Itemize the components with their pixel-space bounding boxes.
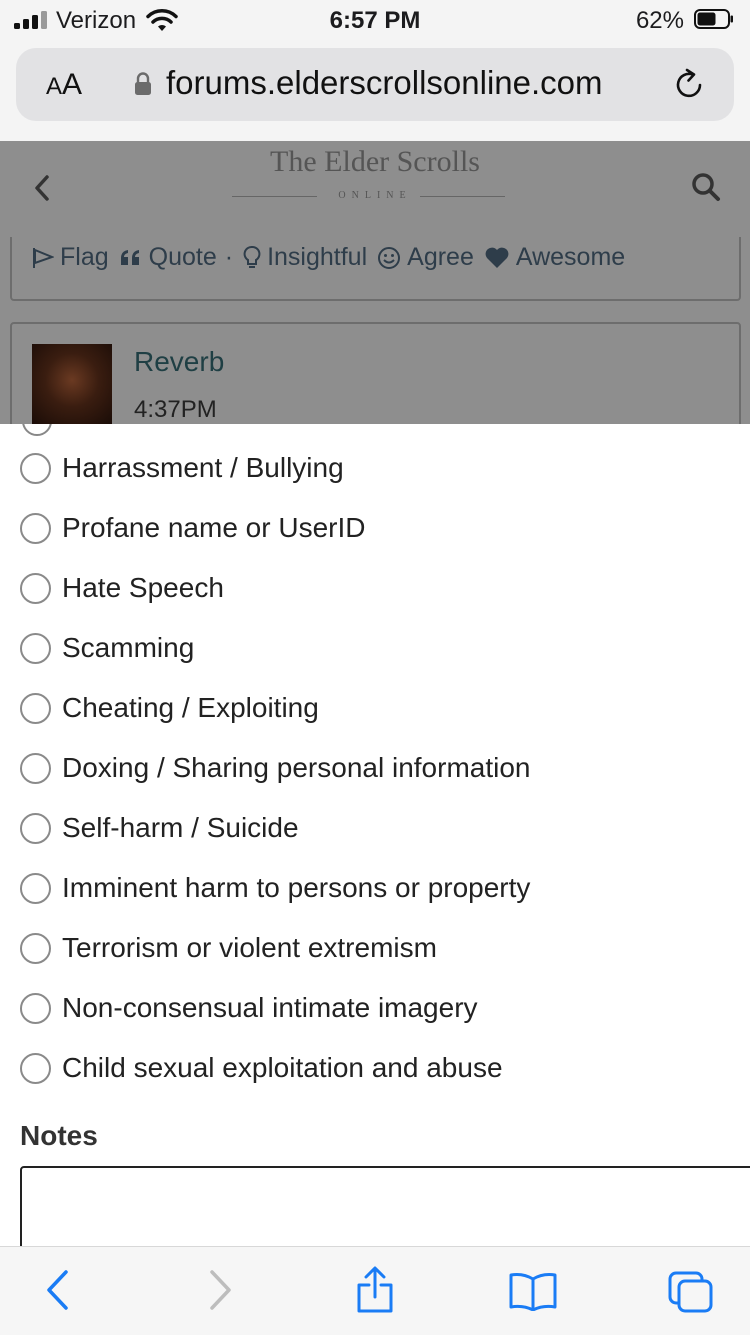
- reason-label: Cheating / Exploiting: [62, 692, 319, 723]
- flag-action[interactable]: Flag: [32, 243, 109, 272]
- report-reason-option[interactable]: Scamming: [20, 628, 194, 668]
- post-author[interactable]: Reverb: [134, 346, 224, 378]
- reason-label: Profane name or UserID: [62, 512, 366, 543]
- radio-button[interactable]: [20, 452, 51, 484]
- radio-button[interactable]: [20, 632, 51, 664]
- agree-action[interactable]: Agree: [377, 243, 474, 272]
- report-reason-option[interactable]: Non-consensual intimate imagery: [20, 988, 478, 1028]
- reason-label: Child sexual exploitation and abuse: [62, 1052, 503, 1083]
- back-arrow-icon[interactable]: [44, 1269, 72, 1311]
- reason-label: Scamming: [62, 632, 195, 663]
- reason-label: Hate Speech: [62, 572, 224, 603]
- notes-textarea[interactable]: [20, 1166, 750, 1246]
- reload-icon[interactable]: [672, 68, 706, 102]
- report-reason-option[interactable]: Cheating / Exploiting: [20, 688, 319, 728]
- reason-label: Imminent harm to persons or property: [62, 872, 531, 903]
- radio-button[interactable]: [20, 1052, 51, 1084]
- radio-button[interactable]: [20, 992, 51, 1024]
- radio-button[interactable]: [20, 572, 51, 604]
- site-logo-subtitle: ONLINE: [338, 190, 412, 201]
- dimmed-page-background: The Elder Scrolls ONLINE Flag Quote · In…: [0, 141, 750, 424]
- report-form: Harrassment / Bullying Profane name or Us…: [0, 424, 750, 1246]
- reason-label: Harrassment / Bullying: [62, 452, 344, 483]
- forward-arrow-icon[interactable]: [206, 1269, 234, 1311]
- report-reason-option[interactable]: Harrassment / Bullying: [20, 448, 344, 488]
- post-timestamp: 4:37PM: [134, 396, 217, 423]
- reason-label: Terrorism or violent extremism: [62, 932, 437, 963]
- radio-button[interactable]: [20, 512, 51, 544]
- smiley-icon: [378, 246, 401, 269]
- report-reason-option[interactable]: Doxing / Sharing personal information: [20, 748, 530, 788]
- reader-options-button[interactable]: AA: [46, 68, 82, 102]
- action-separator: ·: [224, 243, 234, 271]
- address-bar[interactable]: AA forums.elderscrollsonline.com: [16, 48, 734, 121]
- radio-button[interactable]: [20, 872, 51, 904]
- bookmarks-icon[interactable]: [508, 1271, 558, 1311]
- post-card: Reverb 4:37PM: [10, 322, 741, 424]
- awesome-action[interactable]: Awesome: [484, 243, 625, 272]
- insightful-action[interactable]: Insightful: [243, 243, 367, 272]
- logo-divider-right: [420, 196, 505, 197]
- site-header: The Elder Scrolls ONLINE: [0, 141, 750, 237]
- status-bar: Verizon 6:57 PM 62%: [0, 0, 750, 40]
- quote-icon: [120, 249, 139, 265]
- post-actions-card: Flag Quote · Insightful Agree Awesome: [10, 237, 741, 301]
- browser-address-area: AA forums.elderscrollsonline.com: [0, 40, 750, 141]
- report-reason-option[interactable]: Self-harm / Suicide: [20, 808, 299, 848]
- notes-label: Notes: [20, 1120, 98, 1151]
- tabs-icon[interactable]: [667, 1270, 715, 1314]
- flag-icon: [33, 247, 54, 268]
- browser-toolbar: [0, 1246, 750, 1335]
- site-logo-title[interactable]: The Elder Scrolls: [0, 145, 750, 179]
- lightbulb-icon: [243, 245, 261, 268]
- radio-button[interactable]: [20, 692, 51, 724]
- report-reason-option[interactable]: Hate Speech: [20, 568, 224, 608]
- radio-button[interactable]: [20, 812, 51, 844]
- report-reason-option[interactable]: Child sexual exploitation and abuse: [20, 1048, 503, 1088]
- url-domain[interactable]: forums.elderscrollsonline.com: [166, 64, 603, 102]
- radio-button[interactable]: [22, 424, 52, 436]
- battery-icon: [694, 9, 733, 29]
- reason-label: Doxing / Sharing personal information: [62, 752, 531, 783]
- quote-action[interactable]: Quote: [119, 243, 217, 272]
- search-icon[interactable]: [690, 171, 722, 203]
- battery-percentage: 62%: [635, 7, 684, 34]
- reason-label: Self-harm / Suicide: [62, 812, 299, 843]
- share-icon[interactable]: [354, 1265, 396, 1315]
- report-reason-option[interactable]: Profane name or UserID: [20, 508, 365, 548]
- radio-button[interactable]: [20, 932, 51, 964]
- radio-button[interactable]: [20, 752, 51, 784]
- report-reason-option[interactable]: Imminent harm to persons or property: [20, 868, 530, 908]
- reason-label: Non-consensual intimate imagery: [62, 992, 478, 1023]
- report-reason-option[interactable]: Terrorism or violent extremism: [20, 928, 437, 968]
- post-actions-row: Flag Quote · Insightful Agree Awesome: [32, 243, 635, 272]
- avatar[interactable]: [32, 344, 112, 424]
- heart-icon: [485, 247, 509, 268]
- lock-icon: [135, 72, 151, 95]
